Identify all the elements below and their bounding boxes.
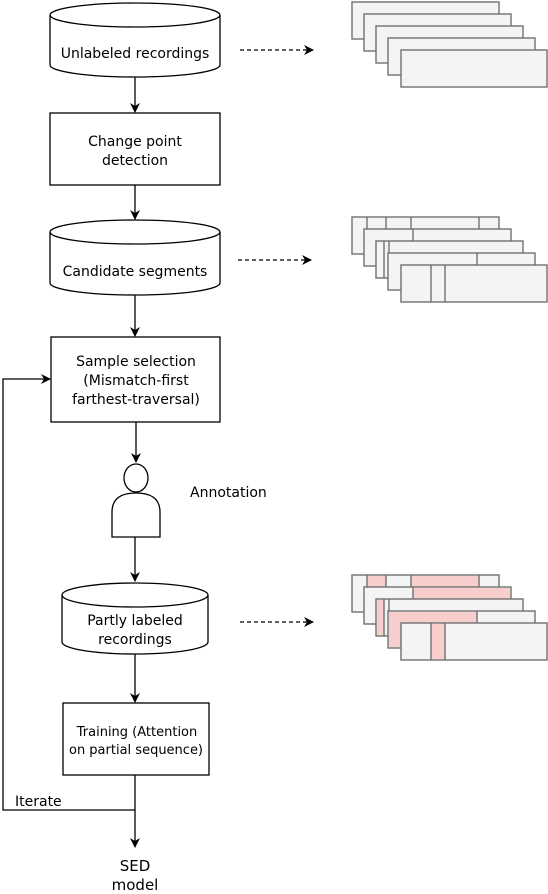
partly-labeled-label-2: recordings — [98, 632, 172, 648]
labeled-segment — [367, 576, 386, 587]
recording — [400, 49, 548, 88]
partly-labeled-label-1: Partly labeled — [87, 613, 183, 629]
labeled-segment — [431, 624, 445, 659]
candidate-segments-stack — [351, 216, 548, 303]
annotation-label: Annotation — [190, 485, 267, 501]
candidate-segments-db: Candidate segments — [49, 219, 221, 296]
sed-label-1: SED — [120, 857, 151, 875]
person-icon — [111, 463, 161, 538]
training-box: Training (Attention on partial sequence) — [62, 702, 210, 776]
candidate-segments-label: Candidate segments — [63, 264, 208, 280]
change-point-label-1: Change point — [88, 134, 182, 150]
unlabeled-recordings-db: Unlabeled recordings — [49, 2, 221, 78]
sample-selection-label-1: Sample selection — [76, 354, 196, 370]
training-label-2: on partial sequence) — [69, 743, 203, 758]
sample-selection-label-2: (Mismatch-first — [83, 373, 189, 389]
iterate-label: Iterate — [15, 794, 62, 810]
labeled-segment — [377, 600, 384, 635]
recording — [400, 264, 548, 303]
change-point-label-2: detection — [102, 153, 168, 169]
sed-label-2: model — [112, 876, 159, 894]
labeled-segment — [413, 588, 510, 599]
recordings-stack — [351, 1, 548, 88]
labeled-segment — [411, 576, 479, 587]
recording — [400, 622, 548, 661]
sample-selection-box: Sample selection (Mismatch-first farthes… — [50, 336, 221, 423]
flow-diagram: Unlabeled recordings Change point detect… — [2, 1, 548, 894]
partly-labeled-stack — [351, 574, 548, 661]
partly-labeled-db: Partly labeled recordings — [61, 582, 209, 655]
unlabeled-recordings-label: Unlabeled recordings — [61, 46, 210, 62]
change-point-detection-box: Change point detection — [49, 112, 221, 186]
sample-selection-label-3: farthest-traversal) — [72, 392, 200, 408]
training-label-1: Training (Attention — [76, 725, 198, 740]
